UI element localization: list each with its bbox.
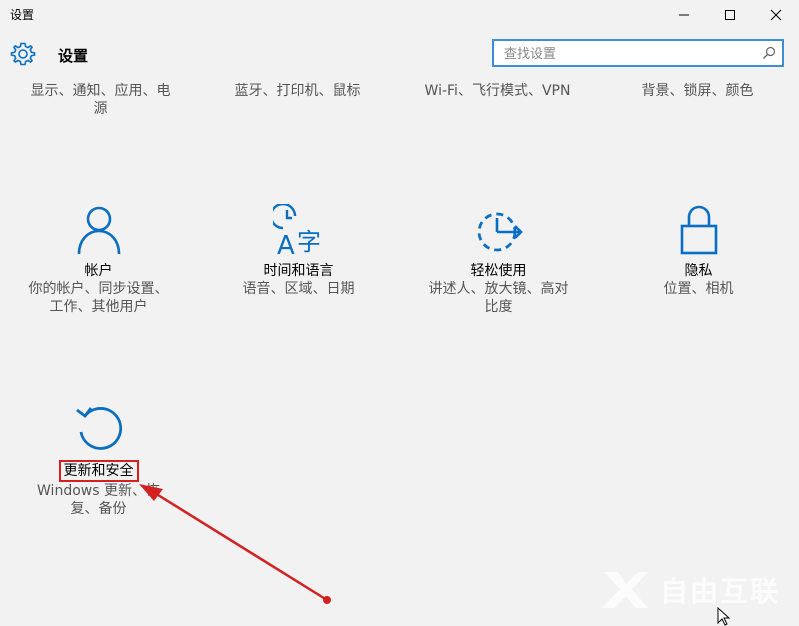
tile-privacy[interactable]: 隐私 位置、相机	[606, 204, 791, 298]
person-icon	[77, 206, 120, 255]
network-tile-desc[interactable]: Wi-Fi、飞行模式、VPN	[405, 82, 590, 100]
tile-desc: 语音、区域、日期	[242, 281, 355, 297]
tile-label: 更新和安全	[58, 460, 139, 482]
tile-label: 时间和语言	[263, 263, 334, 279]
title-bar: 设置	[0, 0, 799, 30]
maximize-button[interactable]	[707, 0, 753, 30]
time-language-icon: A 字	[272, 204, 321, 256]
minimize-icon	[679, 14, 689, 16]
tile-label: 轻松使用	[470, 263, 527, 279]
minimize-button[interactable]	[661, 0, 707, 30]
tile-update-security[interactable]: 更新和安全 Windows 更新、恢 复、备份	[6, 402, 191, 518]
search-box[interactable]	[492, 39, 784, 67]
refresh-icon	[75, 407, 122, 450]
tile-label: 隐私	[684, 263, 713, 279]
close-icon	[770, 9, 782, 21]
devices-tile-desc[interactable]: 蓝牙、打印机、鼠标	[205, 82, 390, 100]
tile-ease-of-access[interactable]: 轻松使用 讲述人、放大镜、高对 比度	[406, 204, 591, 316]
tile-desc: 位置、相机	[663, 281, 734, 297]
lock-icon	[680, 205, 717, 255]
personalization-tile-desc[interactable]: 背景、锁屏、颜色	[605, 82, 790, 100]
system-tile-desc[interactable]: 显示、通知、应用、电 源	[8, 82, 193, 118]
watermark-logo-icon	[602, 572, 648, 608]
search-icon[interactable]	[762, 46, 776, 60]
tile-desc: 你的帐户、同步设置、 工作、其他用户	[28, 281, 169, 315]
tile-desc: Windows 更新、恢 复、备份	[37, 483, 160, 517]
tile-time-language[interactable]: A 字 时间和语言 语音、区域、日期	[206, 204, 391, 298]
close-button[interactable]	[753, 0, 799, 30]
ease-of-access-icon	[477, 212, 523, 252]
maximize-icon	[725, 10, 735, 20]
window-title: 设置	[10, 8, 35, 22]
gear-icon	[10, 42, 36, 66]
page-title: 设置	[58, 47, 89, 65]
cursor-icon	[717, 607, 731, 626]
watermark: 自由互联	[600, 566, 790, 612]
search-input[interactable]	[502, 44, 761, 64]
watermark-text: 自由互联	[660, 575, 781, 608]
tile-label: 帐户	[84, 263, 113, 279]
tile-accounts[interactable]: 帐户 你的帐户、同步设置、 工作、其他用户	[6, 204, 191, 316]
svg-text:A: A	[277, 231, 295, 256]
tile-desc: 讲述人、放大镜、高对 比度	[428, 281, 569, 315]
svg-text:字: 字	[297, 228, 321, 256]
